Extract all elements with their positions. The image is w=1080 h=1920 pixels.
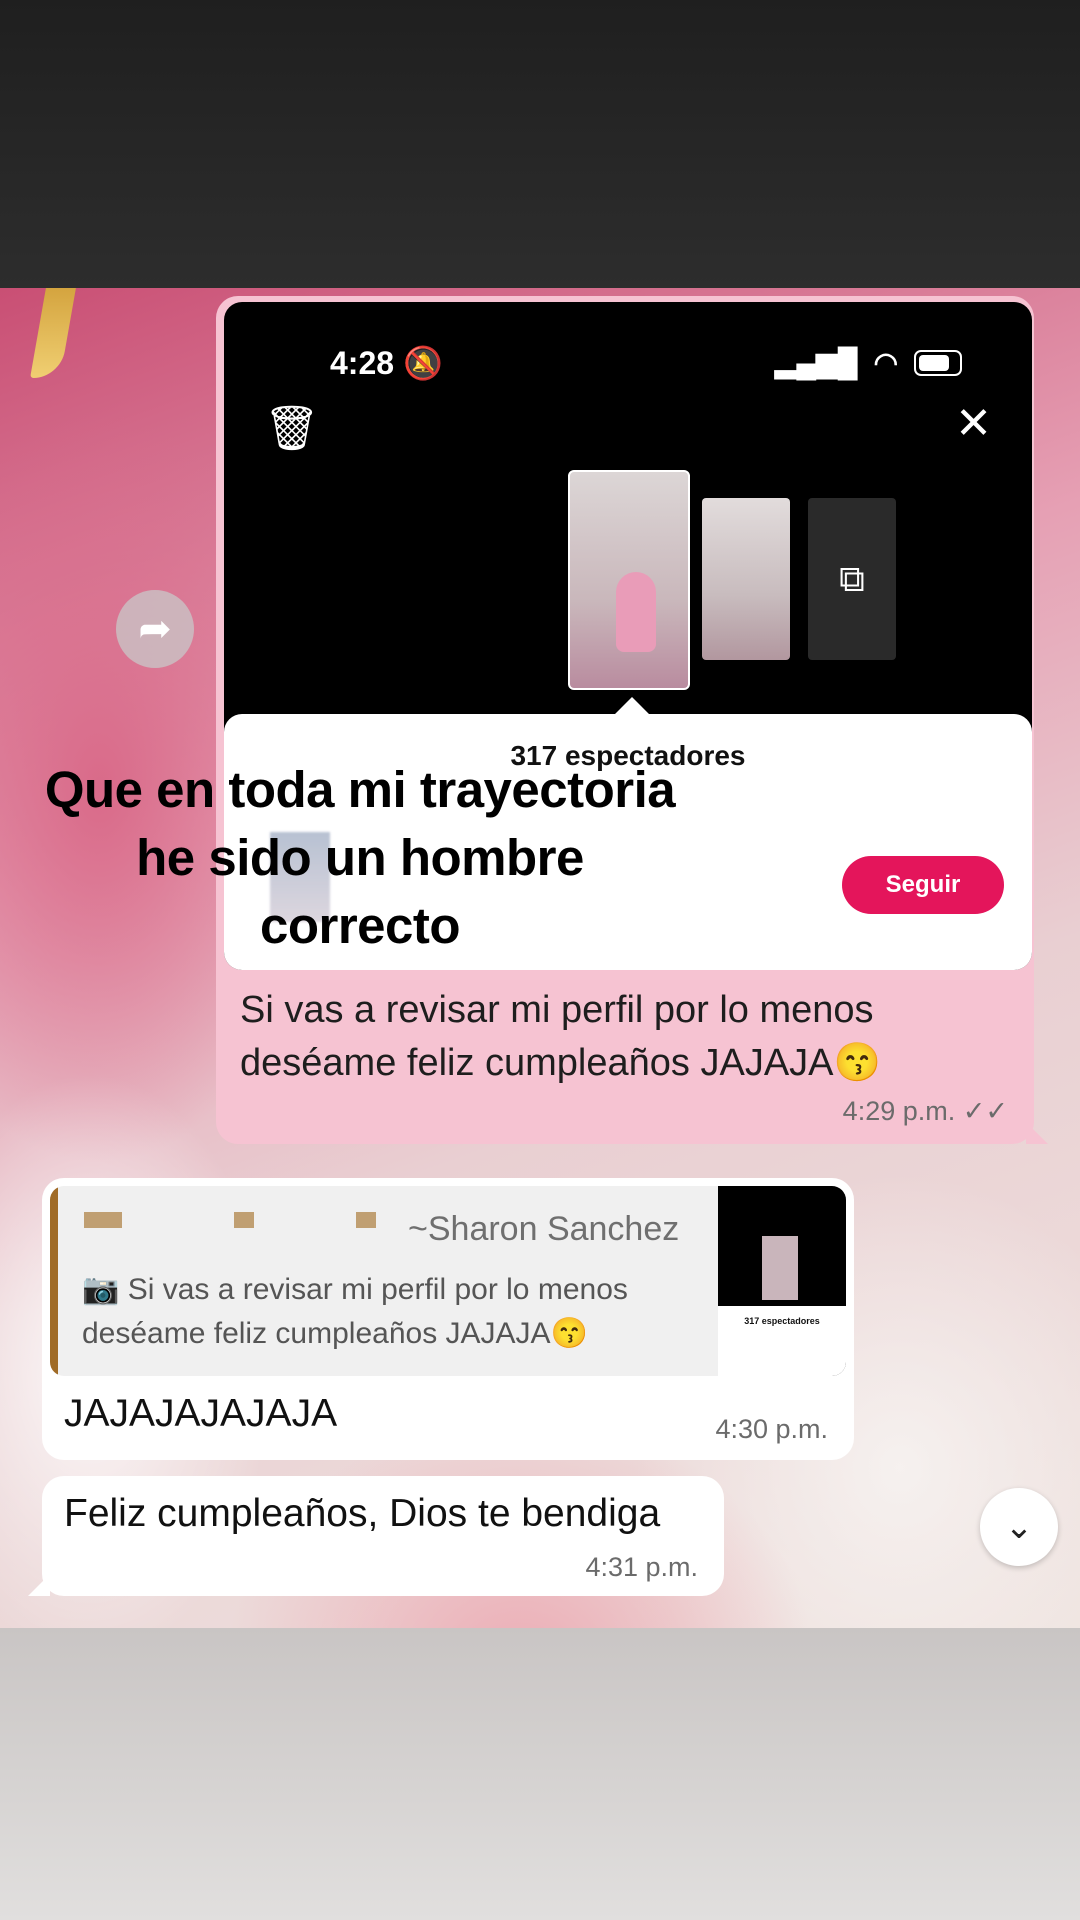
story-thumbnail-3: ⧉ xyxy=(808,498,896,660)
message-time: 4:29 p.m. xyxy=(842,1096,956,1126)
incoming-message-text: Feliz cumpleaños, Dios te bendiga xyxy=(64,1492,661,1535)
battery-icon xyxy=(914,349,962,376)
status-bar-time: 4:28 🔕 xyxy=(330,345,443,381)
forward-button[interactable]: ➦ xyxy=(116,590,194,668)
close-icon: ✕ xyxy=(955,399,992,448)
overlay-caption: Que en toda mi trayectoria he sido un ho… xyxy=(44,761,676,954)
quote-accent-bar xyxy=(50,1186,58,1376)
quoted-thumbnail-photo xyxy=(762,1236,798,1300)
blurred-phone-number xyxy=(84,1212,376,1228)
quoted-thumbnail-caption: 317 espectadores xyxy=(718,1306,846,1376)
outgoing-message-bubble[interactable]: 4:28 🔕 ▂▄▆█ ◠ 🗑 ✕ ⧉ 317 espectadores Seg… xyxy=(216,296,1048,1144)
bubble-tail xyxy=(28,1574,50,1596)
story-thumbnail-2 xyxy=(702,498,790,660)
wifi-icon: ◠ xyxy=(873,347,898,378)
bottom-bar xyxy=(0,1628,1080,1920)
story-thumbnail-1 xyxy=(568,470,690,690)
sheet-pointer xyxy=(615,697,649,731)
incoming-reply-bubble[interactable]: ~Sharon Sanchez 📷 Si vas a revisar mi pe… xyxy=(42,1178,854,1460)
status-bar-icons: ▂▄▆█ ◠ xyxy=(775,346,962,379)
quoted-text: 📷 Si vas a revisar mi perfil por lo meno… xyxy=(82,1273,628,1350)
gallery-icon: ⧉ xyxy=(839,557,865,599)
bell-muted-icon: 🔕 xyxy=(402,345,443,381)
follow-button: Seguir xyxy=(842,856,1004,914)
double-check-icon: ✓✓ xyxy=(962,1096,1008,1126)
quoted-author: ~Sharon Sanchez xyxy=(408,1210,680,1248)
forward-icon: ➦ xyxy=(138,607,172,651)
incoming-message-time: 4:31 p.m. xyxy=(585,1552,698,1582)
reply-text: JAJAJAJAJAJA xyxy=(64,1392,338,1435)
incoming-message-bubble[interactable]: Feliz cumpleaños, Dios te bendiga 4:31 p… xyxy=(28,1476,724,1596)
outgoing-message-text: Si vas a revisar mi perfil por lo menos … xyxy=(240,989,881,1084)
scroll-down-button[interactable]: ⌄ xyxy=(980,1488,1058,1566)
reply-time: 4:30 p.m. xyxy=(715,1414,828,1444)
top-bar xyxy=(0,0,1080,288)
signal-icon: ▂▄▆█ xyxy=(774,347,858,378)
quoted-message[interactable]: ~Sharon Sanchez 📷 Si vas a revisar mi pe… xyxy=(50,1186,846,1376)
trash-icon: 🗑 xyxy=(264,404,320,453)
chevron-down-icon: ⌄ xyxy=(1004,1508,1034,1546)
quoted-thumbnail: 317 espectadores xyxy=(718,1186,846,1376)
bubble-tail xyxy=(1026,1122,1048,1144)
message-meta: 4:29 p.m. ✓✓ xyxy=(843,1096,1008,1127)
camera-icon: 📷 xyxy=(82,1273,120,1306)
